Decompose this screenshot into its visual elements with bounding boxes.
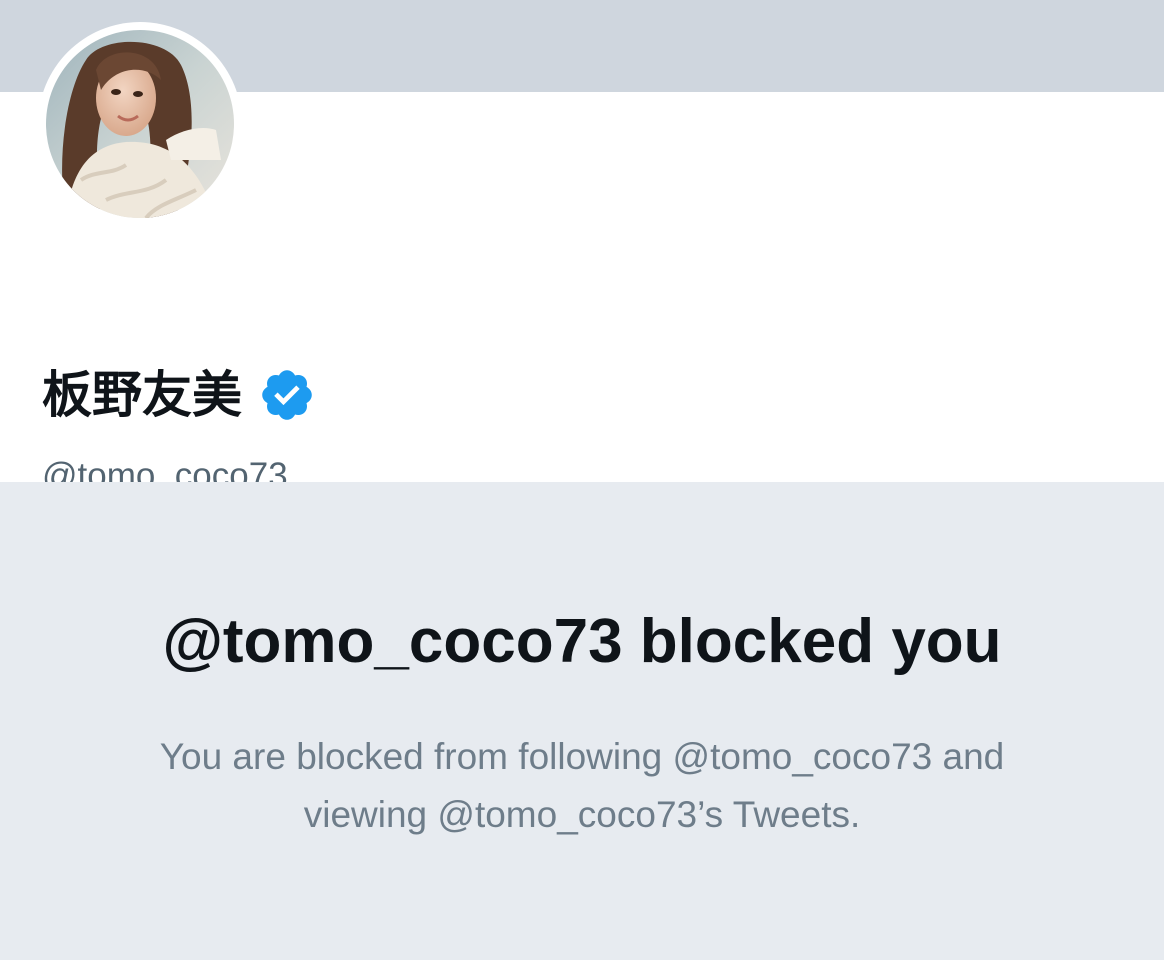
profile-photo <box>46 30 234 218</box>
display-name: 板野友美 <box>42 366 242 424</box>
blocked-message: You are blocked from following @tomo_coc… <box>159 736 1005 835</box>
verified-badge-icon <box>262 370 312 420</box>
blocked-notice: @tomo_coco73 blocked you You are blocked… <box>0 482 1164 960</box>
blocked-heading: @tomo_coco73 blocked you <box>162 607 1002 676</box>
profile-page: 板野友美 @tomo_coco73 @tomo_coco73 blocked y… <box>0 0 1164 960</box>
avatar[interactable] <box>38 22 242 226</box>
display-name-row: 板野友美 <box>42 360 316 430</box>
